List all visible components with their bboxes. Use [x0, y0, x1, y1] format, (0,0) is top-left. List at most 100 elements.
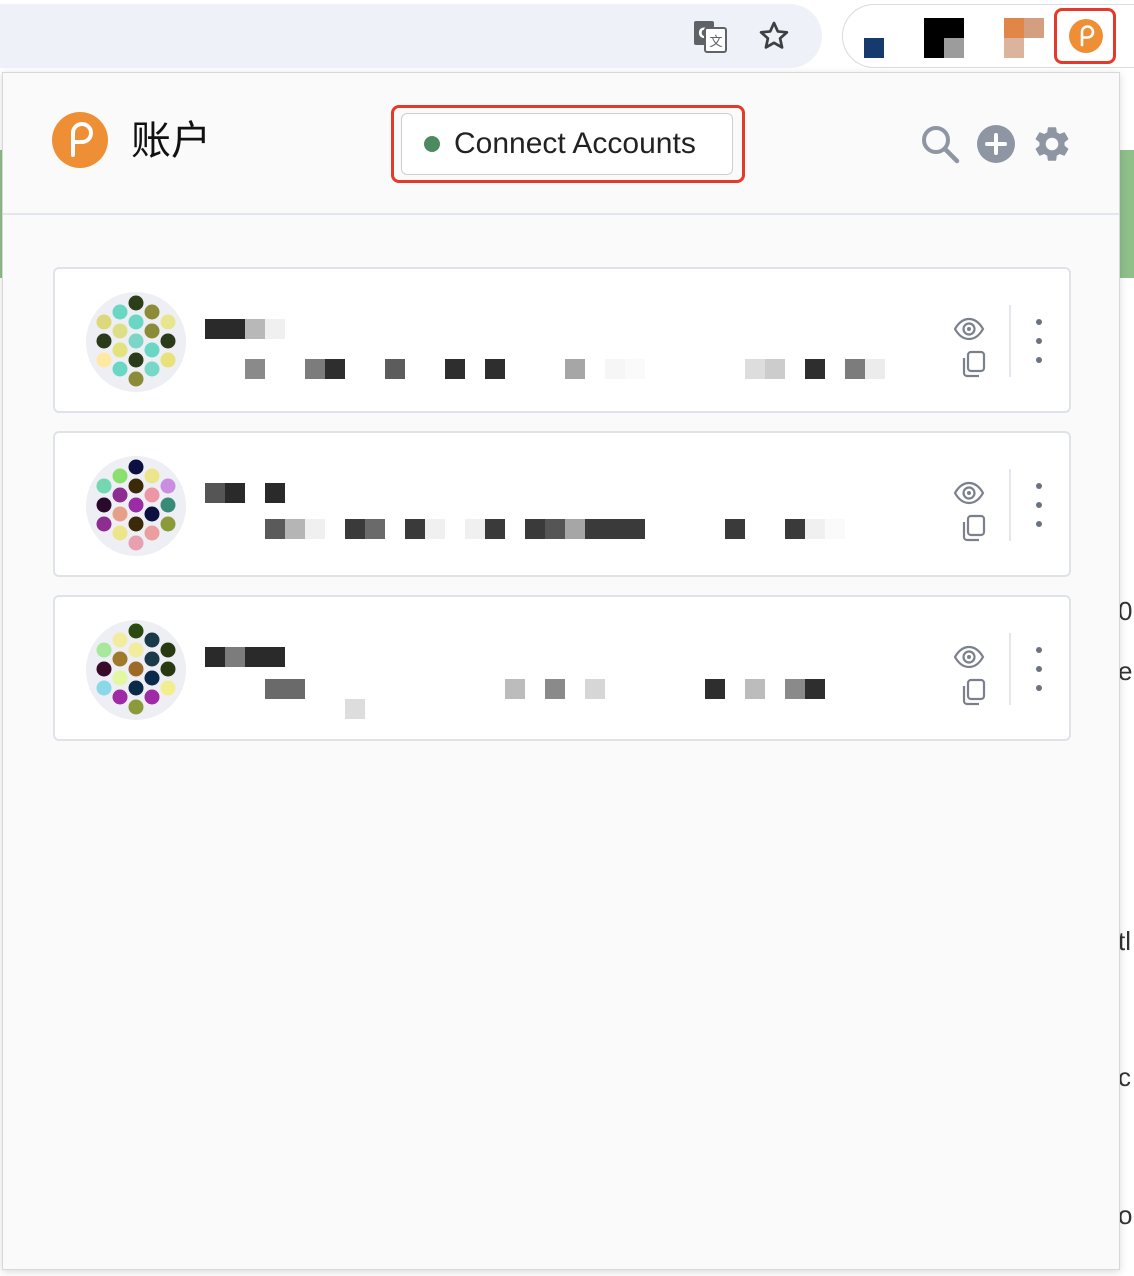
redacted-pixel	[625, 359, 645, 379]
identicon-dot	[96, 661, 112, 677]
redacted-pixel	[225, 699, 245, 719]
account-address-redacted	[205, 679, 825, 699]
identicon-dot	[144, 304, 160, 320]
redacted-pixel	[265, 519, 285, 539]
account-name-redacted	[205, 647, 285, 667]
address-bar[interactable]: G 文	[0, 4, 822, 68]
more-options-icon[interactable]	[1023, 477, 1055, 533]
connection-status-dot	[424, 136, 440, 152]
redacted-pixel	[245, 679, 265, 699]
redacted-pixel	[685, 359, 705, 379]
redacted-pixel	[285, 359, 305, 379]
copy-address-icon[interactable]	[958, 513, 988, 543]
redacted-pixel	[405, 679, 425, 699]
redacted-pixel	[225, 679, 245, 699]
redacted-pixel	[525, 519, 545, 539]
redacted-pixel	[345, 359, 365, 379]
redacted-pixel	[245, 359, 265, 379]
identicon-dot	[144, 361, 160, 377]
redacted-pixel	[645, 519, 665, 539]
redacted-pixel	[225, 359, 245, 379]
identicon-dot	[144, 468, 160, 484]
copy-address-icon[interactable]	[958, 349, 988, 379]
redacted-pixel	[205, 519, 225, 539]
redacted-pixel	[605, 679, 625, 699]
redacted-pixel	[485, 679, 505, 699]
redacted-pixel	[605, 359, 625, 379]
redacted-pixel	[585, 359, 605, 379]
redacted-pixel	[225, 647, 245, 667]
redacted-pixel	[285, 699, 305, 719]
redacted-pixel	[805, 519, 825, 539]
redacted-pixel	[725, 519, 745, 539]
redacted-pixel	[345, 699, 365, 719]
identicon-dot	[128, 535, 144, 551]
redacted-pixel	[785, 359, 805, 379]
identicon-dot	[96, 478, 112, 494]
identicon-dot	[112, 670, 128, 686]
identicon-dot	[128, 295, 144, 311]
identicon-dot	[96, 516, 112, 532]
redacted-pixel	[765, 679, 785, 699]
identicon-dot	[160, 642, 176, 658]
background-green-bar	[1120, 150, 1134, 278]
redacted-pixel	[205, 679, 225, 699]
identicon-dot	[144, 342, 160, 358]
more-options-icon[interactable]	[1023, 313, 1055, 369]
redacted-pixel	[785, 519, 805, 539]
account-name-redacted	[205, 319, 285, 339]
redacted-pixel	[325, 359, 345, 379]
search-icon[interactable]	[919, 123, 961, 165]
extension-orange-icon[interactable]	[1004, 18, 1044, 58]
redacted-pixel	[205, 319, 225, 339]
more-options-icon[interactable]	[1023, 641, 1055, 697]
background-text-fragment: or	[1118, 1200, 1134, 1230]
redacted-pixel	[245, 699, 265, 719]
redacted-pixel	[525, 359, 545, 379]
redacted-pixel	[245, 647, 265, 667]
redacted-pixel	[225, 483, 245, 503]
redacted-pixel	[245, 319, 265, 339]
card-divider	[1009, 633, 1011, 705]
account-address-redacted	[205, 359, 885, 379]
redacted-pixel	[205, 699, 225, 719]
redacted-pixel	[805, 359, 825, 379]
identicon-dot	[160, 516, 176, 532]
identicon-dot	[112, 689, 128, 705]
redacted-pixel	[625, 519, 645, 539]
identicon-dot	[112, 323, 128, 339]
identicon-dot	[128, 497, 144, 513]
show-hide-eye-icon[interactable]	[953, 477, 985, 509]
redacted-pixel	[645, 359, 665, 379]
add-account-icon[interactable]	[975, 123, 1017, 165]
translate-icon[interactable]: G 文	[688, 14, 732, 58]
redacted-pixel	[745, 519, 765, 539]
extension-blue-square-icon[interactable]	[864, 38, 884, 58]
show-hide-eye-icon[interactable]	[953, 313, 985, 345]
redacted-pixel	[585, 519, 605, 539]
identicon-dot	[112, 632, 128, 648]
copy-address-icon[interactable]	[958, 677, 988, 707]
redacted-pixel	[425, 519, 445, 539]
redacted-pixel	[305, 359, 325, 379]
identicon-dot	[128, 371, 144, 387]
redacted-pixel	[285, 519, 305, 539]
identicon-dot	[96, 333, 112, 349]
extension-black-icon[interactable]	[924, 18, 964, 58]
connect-accounts-button[interactable]: Connect Accounts	[401, 113, 733, 175]
identicon-dot	[144, 670, 160, 686]
identicon-dot	[96, 352, 112, 368]
redacted-pixel	[825, 519, 845, 539]
identicon-dot	[112, 506, 128, 522]
show-hide-eye-icon[interactable]	[953, 641, 985, 673]
redacted-pixel	[485, 519, 505, 539]
identicon-dot	[128, 661, 144, 677]
identicon-dot	[160, 314, 176, 330]
connect-accounts-label: Connect Accounts	[454, 127, 696, 160]
account-identicon	[86, 620, 186, 720]
redacted-pixel	[785, 679, 805, 699]
bookmark-star-icon[interactable]	[752, 14, 796, 58]
identicon-dot	[144, 632, 160, 648]
identicon-dot	[128, 680, 144, 696]
settings-gear-icon[interactable]	[1031, 123, 1073, 165]
